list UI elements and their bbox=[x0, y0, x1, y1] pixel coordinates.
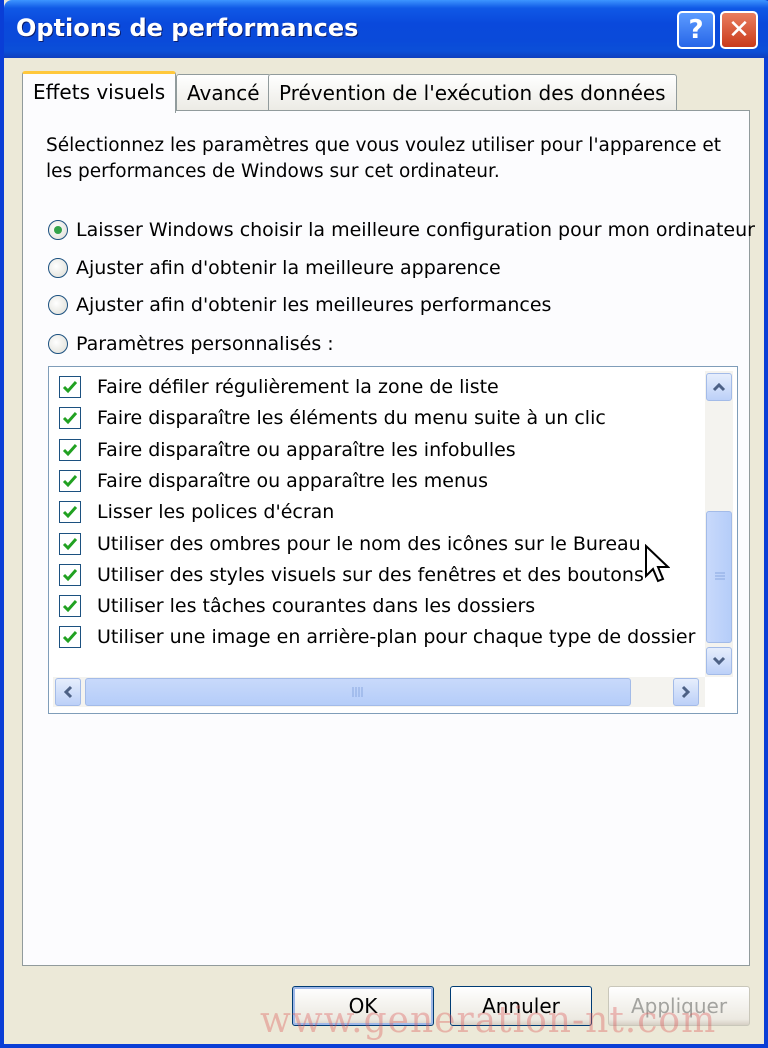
list-item-label: Lisser les polices d'écran bbox=[97, 501, 335, 524]
radio-label: Ajuster afin d'obtenir les meilleures pe… bbox=[76, 294, 552, 316]
checkmark-icon bbox=[62, 568, 78, 581]
radio-button[interactable] bbox=[48, 295, 68, 315]
radio-label: Laisser Windows choisir la meilleure con… bbox=[76, 219, 755, 241]
checkbox[interactable] bbox=[59, 376, 81, 398]
checkmark-icon bbox=[62, 631, 78, 644]
vertical-scrollbar[interactable] bbox=[705, 371, 733, 677]
list-item-label: Faire défiler régulièrement la zone de l… bbox=[97, 376, 499, 398]
scroll-left-button[interactable] bbox=[55, 678, 81, 706]
chevron-right-icon bbox=[681, 685, 691, 699]
scroll-down-button[interactable] bbox=[706, 647, 732, 675]
ok-button[interactable]: OK bbox=[292, 986, 434, 1026]
checkmark-icon bbox=[62, 600, 78, 613]
scroll-right-button[interactable] bbox=[673, 678, 699, 706]
checkbox[interactable] bbox=[59, 407, 81, 430]
list-item[interactable]: Utiliser une image en arrière-plan pour … bbox=[59, 623, 695, 651]
grip-icon bbox=[715, 572, 725, 580]
vertical-scroll-thumb[interactable] bbox=[706, 511, 732, 643]
list-item-label: Faire disparaître ou apparaître les info… bbox=[97, 438, 516, 461]
chevron-up-icon bbox=[712, 382, 726, 392]
scroll-up-button[interactable] bbox=[706, 373, 732, 401]
horizontal-scroll-thumb[interactable] bbox=[85, 678, 631, 706]
checkbox[interactable] bbox=[59, 438, 81, 461]
list-item[interactable]: Utiliser des styles visuels sur des fenê… bbox=[59, 561, 644, 589]
list-item[interactable]: Faire défiler régulièrement la zone de l… bbox=[59, 373, 499, 401]
cancel-button[interactable]: Annuler bbox=[450, 986, 592, 1026]
list-item[interactable]: Faire disparaître ou apparaître les menu… bbox=[59, 467, 488, 495]
radio-custom[interactable]: Paramètres personnalisés : bbox=[48, 330, 334, 358]
checkmark-icon bbox=[62, 443, 78, 456]
intro-text: Sélectionnez les paramètres que vous vou… bbox=[46, 135, 722, 182]
list-item[interactable]: Utiliser les tâches courantes dans les d… bbox=[59, 592, 535, 620]
chevron-left-icon bbox=[63, 685, 73, 699]
radio-best-performance[interactable]: Ajuster afin d'obtenir les meilleures pe… bbox=[48, 291, 551, 319]
checkbox[interactable] bbox=[59, 501, 81, 524]
list-item-label: Utiliser les tâches courantes dans les d… bbox=[97, 595, 536, 618]
mouse-cursor-icon bbox=[645, 544, 670, 583]
list-item[interactable]: Faire disparaître les éléments du menu s… bbox=[59, 404, 606, 432]
horizontal-scrollbar[interactable] bbox=[53, 677, 705, 707]
list-item[interactable]: Utiliser des ombres pour le nom des icôn… bbox=[59, 530, 641, 558]
list-item-label: Utiliser des styles visuels sur des fenê… bbox=[97, 563, 644, 586]
title-bar[interactable]: Options de performances ? ✕ bbox=[4, 0, 768, 58]
checkbox[interactable] bbox=[59, 532, 81, 555]
tab-advanced[interactable]: Avancé bbox=[176, 74, 271, 110]
list-item-label: Utiliser une image en arrière-plan pour … bbox=[97, 626, 696, 649]
list-item[interactable]: Faire disparaître ou apparaître les info… bbox=[59, 436, 516, 464]
list-item-label: Faire disparaître ou apparaître les menu… bbox=[97, 469, 488, 492]
apply-button[interactable]: Appliquer bbox=[608, 986, 750, 1026]
checkmark-icon bbox=[62, 474, 78, 488]
checkbox[interactable] bbox=[59, 469, 81, 492]
radio-label: Ajuster afin d'obtenir la meilleure appa… bbox=[76, 257, 501, 279]
checkmark-icon bbox=[62, 381, 78, 394]
tab-visual-effects[interactable]: Effets visuels bbox=[22, 71, 177, 113]
checkmark-icon bbox=[62, 506, 78, 519]
list-item-label: Faire disparaître les éléments du menu s… bbox=[97, 407, 606, 430]
radio-button[interactable] bbox=[48, 220, 68, 240]
radio-best-appearance[interactable]: Ajuster afin d'obtenir la meilleure appa… bbox=[48, 254, 501, 282]
checkbox[interactable] bbox=[59, 563, 81, 586]
radio-let-windows-choose[interactable]: Laisser Windows choisir la meilleure con… bbox=[48, 216, 755, 244]
help-button[interactable]: ? bbox=[677, 11, 715, 49]
window-title: Options de performances bbox=[16, 14, 359, 42]
checkmark-icon bbox=[62, 537, 78, 550]
radio-button[interactable] bbox=[48, 258, 68, 278]
visual-effects-list[interactable]: Faire défiler régulièrement la zone de l… bbox=[48, 366, 738, 714]
chevron-down-icon bbox=[712, 656, 726, 666]
tab-data-execution-prevention[interactable]: Prévention de l'exécution des données bbox=[268, 74, 677, 110]
performance-options-dialog: Options de performances ? ✕ Effets visue… bbox=[0, 0, 768, 1048]
checkbox[interactable] bbox=[59, 626, 81, 649]
list-item-label: Utiliser des ombres pour le nom des icôn… bbox=[97, 532, 641, 555]
grip-icon bbox=[352, 687, 363, 697]
checkbox[interactable] bbox=[59, 595, 81, 618]
close-button[interactable]: ✕ bbox=[720, 11, 758, 49]
checkmark-icon bbox=[62, 412, 78, 425]
list-item[interactable]: Lisser les polices d'écran bbox=[59, 498, 334, 526]
radio-label: Paramètres personnalisés : bbox=[76, 333, 334, 355]
radio-button[interactable] bbox=[48, 334, 68, 354]
